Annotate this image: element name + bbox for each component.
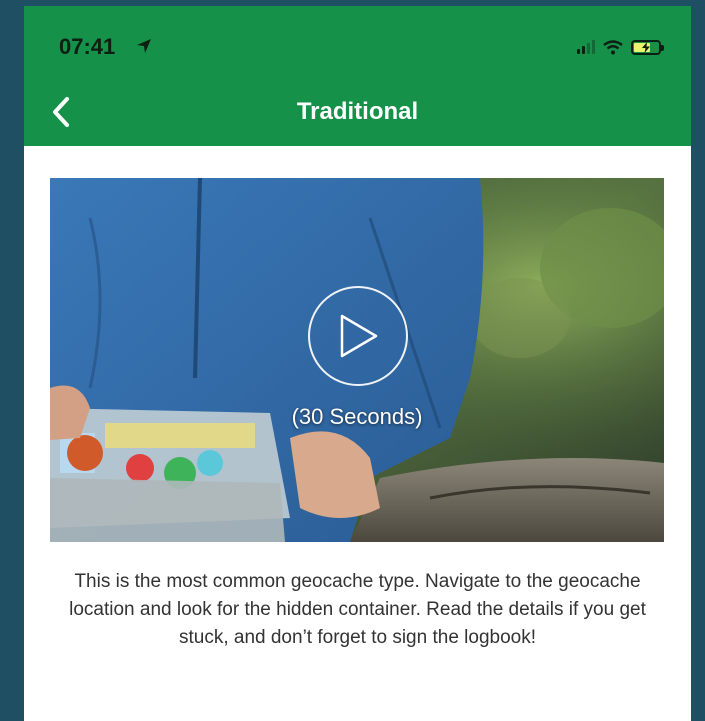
header: 07:41 Traditional: [24, 6, 691, 146]
cache-type-description: This is the most common geocache type. N…: [69, 571, 646, 648]
signal-icon: [577, 40, 595, 54]
status-bar: 07:41: [24, 28, 691, 68]
video-player[interactable]: (30 Seconds): [50, 178, 664, 542]
wifi-icon: [603, 39, 623, 54]
play-icon: [340, 314, 378, 358]
play-button[interactable]: [308, 286, 408, 386]
nav-bar: Traditional: [24, 86, 691, 136]
location-arrow-icon: [137, 39, 151, 53]
status-time: 07:41: [59, 34, 116, 59]
status-icons: [577, 38, 664, 56]
app-screen: 07:41 Traditional (30 Seconds) This is t…: [24, 6, 691, 721]
page-title: Traditional: [296, 98, 419, 125]
video-duration: (30 Seconds): [291, 404, 423, 429]
battery-charging-icon: [631, 39, 664, 55]
